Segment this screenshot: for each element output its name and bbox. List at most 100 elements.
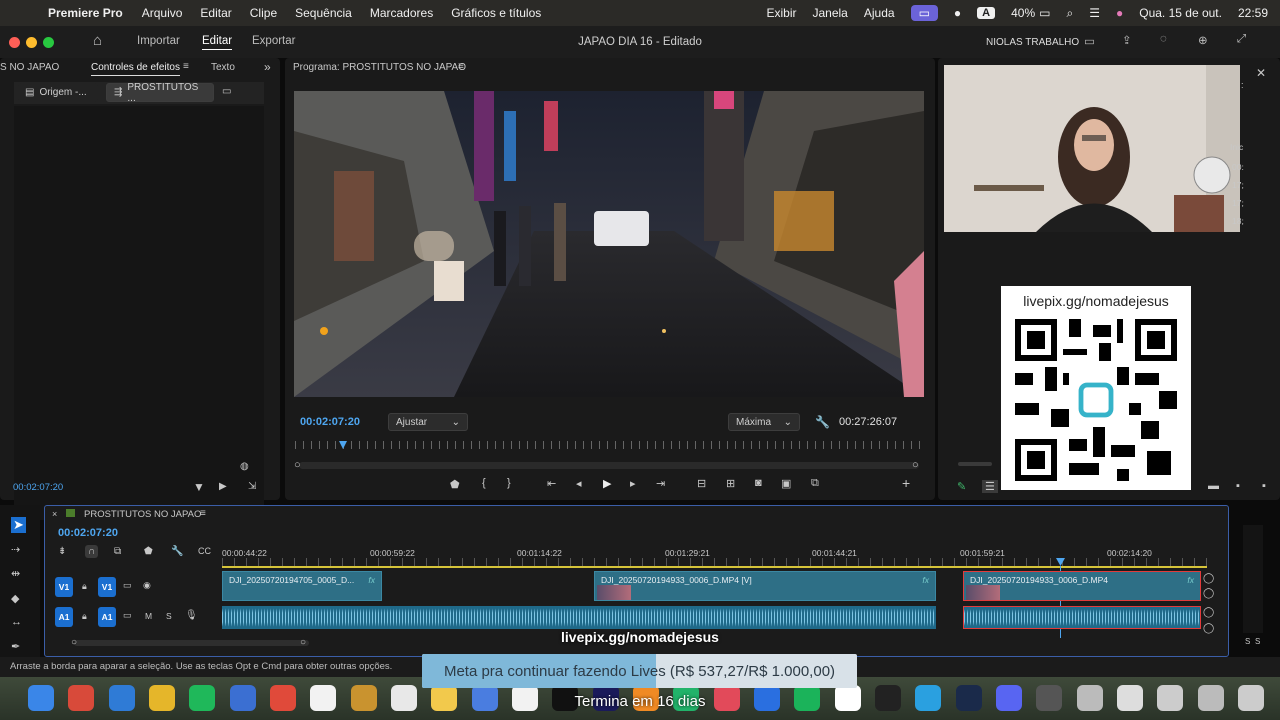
tab-effect-controls[interactable]: Controles de efeitos — [91, 62, 180, 76]
program-menu-icon[interactable]: ≡ — [458, 61, 464, 72]
quick-search-icon[interactable]: ⊕ — [1198, 33, 1208, 47]
menu-sequencia[interactable]: Sequência — [295, 6, 352, 20]
video-clip[interactable]: DJI_20250720194705_0005_D... fx — [222, 571, 382, 601]
meter-solo-left[interactable]: S — [1245, 637, 1250, 646]
screen-mirror-icon[interactable]: ▭ — [910, 5, 938, 21]
menu-janela[interactable]: Janela — [812, 6, 847, 20]
a1-sync-icon[interactable]: ▭ — [123, 610, 132, 621]
menu-exibir[interactable]: Exibir — [766, 6, 796, 20]
menu-editar[interactable]: Editar — [200, 6, 231, 20]
close-timeline-icon[interactable]: × — [52, 509, 57, 519]
timeline-timecode[interactable]: 00:02:07:20 — [58, 527, 118, 539]
more-panels-icon[interactable]: » — [264, 60, 271, 74]
a1-track-target[interactable]: A1 — [98, 607, 116, 627]
menu-ajuda[interactable]: Ajuda — [864, 6, 895, 20]
tab-sequence-partial[interactable]: S NO JAPAO — [0, 62, 59, 73]
close-overlay-icon[interactable]: ✕ — [1256, 66, 1266, 80]
razor-tool-icon[interactable]: ◆ — [11, 592, 19, 605]
trash-icon[interactable]: ▪ — [1262, 480, 1266, 492]
quality-dropdown[interactable]: Máxima ⌄ — [728, 413, 800, 431]
share-icon[interactable]: ⇪ — [1122, 33, 1132, 47]
pencil-icon[interactable]: ✎ — [957, 480, 966, 493]
a1-source-patch[interactable]: A1 — [55, 607, 73, 627]
mark-in-icon[interactable]: { — [482, 477, 486, 489]
track-end-handle-icon[interactable]: ◯ — [1203, 607, 1214, 618]
v1-lock-icon[interactable]: 🔒︎ — [82, 581, 87, 592]
ripple-edit-tool-icon[interactable]: ⇹ — [11, 567, 20, 580]
zoom-handle-right-icon[interactable]: ○ — [912, 459, 919, 471]
toggle-timeline-icon[interactable]: ▭ — [222, 86, 231, 97]
go-to-in-icon[interactable]: ⇤ — [547, 477, 556, 490]
go-to-out-icon[interactable]: ⇥ — [656, 477, 665, 490]
timeline-menu-icon[interactable]: ≡ — [200, 508, 206, 519]
add-marker-timeline-icon[interactable]: ⬟ — [144, 546, 153, 557]
menu-marcadores[interactable]: Marcadores — [370, 6, 433, 20]
slip-tool-icon[interactable]: ↔ — [11, 616, 22, 628]
add-marker-icon[interactable]: ⬟ — [450, 478, 460, 491]
menu-time[interactable]: 22:59 — [1238, 6, 1268, 20]
menu-date[interactable]: Qua. 15 de out. — [1139, 6, 1222, 20]
audio-clip[interactable] — [222, 606, 594, 629]
track-select-tool-icon[interactable]: ⇢ — [11, 543, 20, 556]
zoom-handle-left-icon[interactable]: ○ — [294, 459, 301, 471]
tab-texto[interactable]: Texto — [211, 62, 235, 73]
v1-sync-icon[interactable]: ▭ — [123, 580, 132, 591]
search-icon[interactable]: ⌕ — [1066, 6, 1073, 21]
source-tab[interactable]: ▤ Origem -... — [18, 83, 98, 102]
timeline-sequence-name[interactable]: PROSTITUTOS NO JAPAO — [84, 509, 201, 520]
settings-wrench-icon[interactable]: 🔧 — [815, 415, 830, 429]
audio-clip-selected[interactable] — [963, 606, 1201, 629]
a1-lock-icon[interactable]: 🔒︎ — [82, 611, 87, 622]
program-header[interactable]: Programa: PROSTITUTOS NO JAPAO — [293, 62, 466, 73]
a1-mute-button[interactable]: M — [145, 611, 152, 621]
progress-icon[interactable]: ◌ — [1160, 33, 1167, 45]
ripple-icon[interactable]: ▶ — [219, 481, 227, 492]
list-view-icon[interactable]: ☰ — [982, 480, 998, 493]
audio-clip[interactable] — [594, 606, 936, 629]
fullscreen-icon[interactable]: ⤢ — [1237, 33, 1246, 46]
menu-clipe[interactable]: Clipe — [250, 6, 277, 20]
lift-icon[interactable]: ⊟ — [697, 477, 706, 490]
control-center-icon[interactable]: ☰ — [1089, 6, 1100, 20]
video-clip-selected[interactable]: DJI_20250720194933_0006_D.MP4 fx — [963, 571, 1201, 601]
fit-dropdown[interactable]: Ajustar ⌄ — [388, 413, 468, 431]
workspaces-icon[interactable]: ▭ — [1084, 34, 1095, 48]
extract-icon[interactable]: ⊞ — [726, 477, 735, 490]
filter-icon[interactable]: ▼ — [193, 480, 205, 494]
new-bin-icon[interactable]: ▬ — [1208, 480, 1219, 492]
sequence-tab[interactable]: ⇶ PROSTITUTOS ... — [106, 82, 214, 104]
selection-tool-icon[interactable]: ➤ — [11, 517, 26, 533]
app-menu[interactable]: Premiere Pro — [48, 6, 123, 20]
export-frame-icon[interactable]: ⇲ — [248, 481, 256, 492]
v1-eye-icon[interactable]: ◉ — [143, 580, 151, 591]
export-frame-camera-icon[interactable]: ◙ — [755, 477, 762, 489]
playhead-handle-icon[interactable]: ◍ — [240, 461, 249, 472]
battery-icon[interactable]: ▭ — [1039, 6, 1050, 20]
play-icon[interactable]: ▶ — [603, 477, 611, 490]
program-time-ruler[interactable] — [295, 441, 923, 449]
video-clip[interactable]: DJI_20250720194933_0006_D.MP4 [V] fx — [594, 571, 936, 601]
program-current-timecode[interactable]: 00:02:07:20 — [300, 416, 360, 428]
effect-timecode[interactable]: 00:02:07:20 — [13, 482, 63, 493]
vr-icon[interactable]: ⧉ — [811, 477, 819, 490]
program-video[interactable] — [294, 91, 924, 397]
a1-voiceover-mic-icon[interactable]: 🎙︎ — [185, 610, 198, 621]
track-end-handle-icon[interactable]: ◯ — [1203, 573, 1214, 584]
siri-icon[interactable]: ● — [1116, 6, 1123, 20]
new-item-icon[interactable]: ▪ — [1236, 480, 1240, 492]
program-zoom-scrollbar[interactable] — [299, 462, 919, 469]
timeline-settings-icon[interactable]: 🔧 — [171, 546, 183, 557]
button-editor-icon[interactable]: + — [902, 475, 910, 491]
workspace-label[interactable]: NIOLAS TRABALHO — [986, 37, 1079, 48]
meter-solo-right[interactable]: S — [1255, 637, 1260, 646]
panel-menu-icon[interactable]: ≡ — [183, 61, 189, 72]
track-end-handle-icon[interactable]: ◯ — [1203, 588, 1214, 599]
right-scrollbar[interactable] — [958, 462, 992, 466]
input-source-icon[interactable]: A — [977, 7, 996, 19]
comparison-view-icon[interactable]: ▣ — [781, 477, 791, 490]
v1-source-patch[interactable]: V1 — [55, 577, 73, 597]
insert-sequence-nest-icon[interactable]: ⇟ — [58, 546, 66, 557]
user-icon[interactable]: ● — [954, 6, 961, 20]
menu-graficos[interactable]: Gráficos e títulos — [451, 6, 541, 20]
step-forward-icon[interactable]: ▸ — [630, 477, 636, 490]
